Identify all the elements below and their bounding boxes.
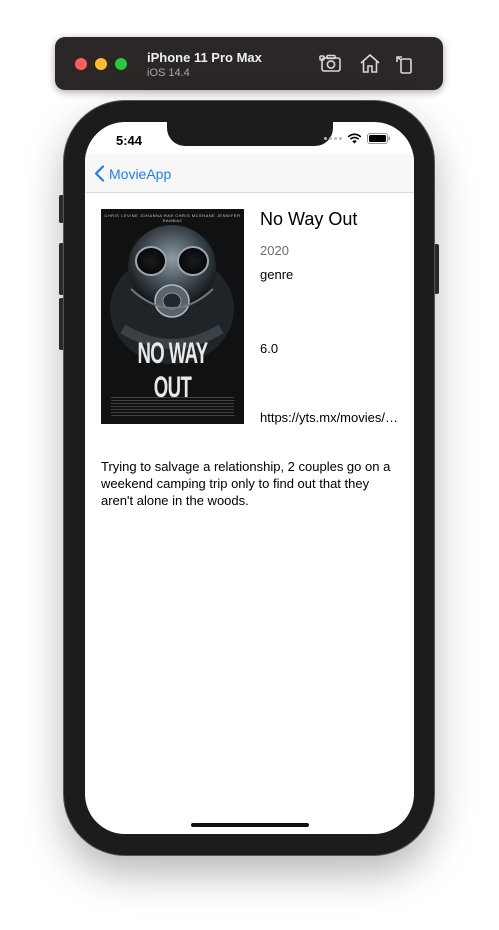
back-button[interactable]: MovieApp [94, 165, 171, 182]
battery-icon [367, 133, 390, 144]
movie-title: No Way Out [260, 209, 358, 229]
device-name: iPhone 11 Pro Max [147, 50, 262, 65]
movie-url: https://yts.mx/movies/no-way-out-2020 [260, 410, 400, 425]
navigation-bar: MovieApp [85, 154, 414, 193]
back-button-label: MovieApp [109, 165, 172, 182]
movie-year: 2020 [260, 243, 289, 258]
movie-genre: genre [260, 267, 294, 282]
simulator-toolbar: iPhone 11 Pro Max iOS 14.4 [55, 37, 443, 90]
os-version: iOS 14.4 [147, 67, 190, 79]
signal-icon [324, 137, 342, 140]
wifi-icon [347, 133, 362, 144]
movie-summary: Trying to salvage a relationship, 2 coup… [101, 459, 391, 508]
status-time: 5:44 [116, 133, 143, 148]
movie-rating: 6.0 [260, 341, 279, 356]
movie-poster: CHRIS LEVINE JOHANNA RAE CHRIS MCSHANE J… [101, 209, 244, 424]
poster-billing-block [111, 397, 234, 417]
close-window-button[interactable] [75, 58, 87, 70]
minimize-window-button[interactable] [95, 58, 107, 70]
phone-screen: 5:44 MovieApp CHRIS LEVINE JOHANNA RAE C… [85, 122, 414, 834]
zoom-window-button[interactable] [115, 58, 127, 70]
screenshot-icon[interactable] [319, 52, 343, 76]
poster-credits: CHRIS LEVINE JOHANNA RAE CHRIS MCSHANE J… [104, 213, 241, 223]
notch [167, 122, 333, 146]
home-icon[interactable] [358, 52, 382, 76]
chevron-left-icon [94, 165, 105, 182]
poster-title-text: NO WAY OUT [137, 337, 208, 404]
rotate-icon[interactable] [393, 52, 417, 76]
status-icons [324, 133, 391, 144]
home-indicator[interactable] [191, 823, 309, 827]
